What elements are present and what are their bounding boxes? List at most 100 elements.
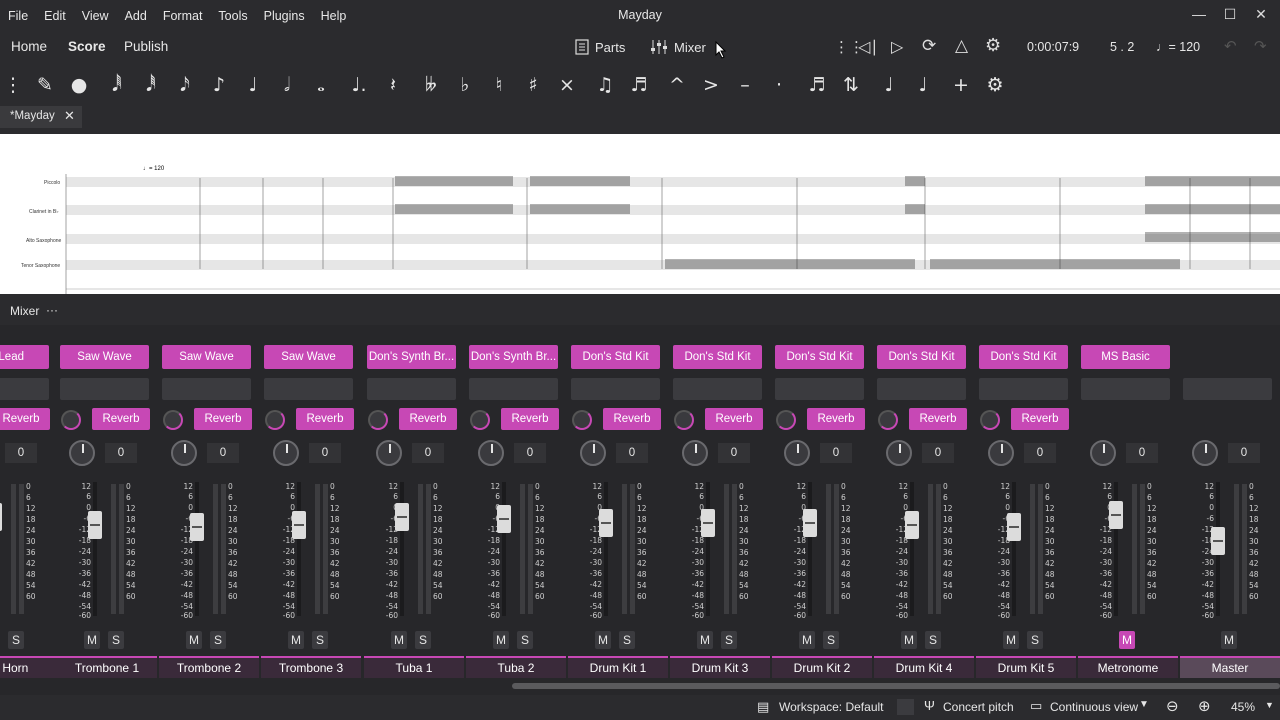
channel-effect-slot[interactable]	[1081, 378, 1170, 400]
volume-fader-track[interactable]	[502, 482, 506, 616]
minimize-icon[interactable]: —	[1188, 6, 1210, 26]
channel-name[interactable]: Metronome	[1078, 656, 1178, 678]
volume-fader-track[interactable]	[297, 482, 301, 616]
close-tab-icon[interactable]: ✕	[64, 108, 75, 124]
pan-value[interactable]: 0	[5, 443, 37, 463]
reverb-send-knob[interactable]	[980, 410, 1000, 430]
channel-name[interactable]: Drum Kit 1	[568, 656, 668, 678]
accent-icon[interactable]: >	[698, 72, 724, 98]
view-mode-select[interactable]: Continuous view	[1050, 700, 1138, 714]
volume-fader-handle[interactable]	[395, 503, 409, 531]
pan-value[interactable]: 0	[514, 443, 546, 463]
reverb-button[interactable]: Reverb	[92, 408, 150, 430]
channel-effect-slot[interactable]	[775, 378, 864, 400]
concert-pitch-checkbox[interactable]	[897, 699, 914, 715]
input-mode-icon[interactable]: ●	[66, 72, 92, 98]
channel-effect-slot[interactable]	[367, 378, 456, 400]
channel-name[interactable]: ne Horn	[0, 656, 57, 678]
channel-patch-button[interactable]: Don's Std Kit	[979, 345, 1068, 369]
volume-fader-track[interactable]	[604, 482, 608, 616]
solo-button[interactable]: S	[312, 631, 328, 649]
playback-settings-icon[interactable]: ⚙	[985, 35, 1001, 56]
pan-knob[interactable]	[988, 440, 1014, 466]
double-sharp-icon[interactable]: ×	[554, 72, 580, 98]
rewind-icon[interactable]: ◁∣	[858, 37, 878, 57]
solo-button[interactable]: S	[108, 631, 124, 649]
volume-fader-handle[interactable]	[1109, 501, 1123, 529]
score-view[interactable]: ♩= 120 Piccolo Clarinet in B♭ Alto Saxop…	[0, 134, 1280, 294]
pan-value[interactable]: 0	[616, 443, 648, 463]
zoom-in-icon[interactable]: ⊕	[1198, 697, 1211, 715]
workspace-label[interactable]: Workspace: Default	[779, 700, 884, 714]
mute-button[interactable]: M	[186, 631, 202, 649]
pan-value[interactable]: 0	[309, 443, 341, 463]
pan-knob[interactable]	[682, 440, 708, 466]
parts-button[interactable]: Parts	[575, 39, 625, 55]
tab-home[interactable]: Home	[11, 39, 47, 54]
channel-patch-button[interactable]: Don's Std Kit	[877, 345, 966, 369]
channel-effect-slot[interactable]	[1183, 378, 1272, 400]
pan-knob[interactable]	[886, 440, 912, 466]
pan-knob[interactable]	[1090, 440, 1116, 466]
mixer-button[interactable]: Mixer	[650, 39, 706, 55]
add-icon[interactable]: +	[948, 72, 974, 98]
channel-effect-slot[interactable]	[469, 378, 558, 400]
channel-name[interactable]: Trombone 1	[57, 656, 157, 678]
channel-effect-slot[interactable]	[571, 378, 660, 400]
volume-fader-handle[interactable]	[701, 509, 715, 537]
solo-button[interactable]: S	[619, 631, 635, 649]
channel-name[interactable]: Drum Kit 2	[772, 656, 872, 678]
tenuto-icon[interactable]: –	[732, 72, 758, 98]
channel-patch-button[interactable]: Don's Synth Br...	[367, 345, 456, 369]
volume-fader-track[interactable]	[1012, 482, 1016, 616]
redo-icon[interactable]: ↷	[1254, 37, 1267, 55]
close-icon[interactable]: ✕	[1250, 6, 1272, 26]
pan-value[interactable]: 0	[1126, 443, 1158, 463]
rest-icon[interactable]: 𝄽	[380, 72, 406, 98]
solo-button[interactable]: S	[415, 631, 431, 649]
pan-knob[interactable]	[1192, 440, 1218, 466]
channel-patch-button[interactable]: re Lead	[0, 345, 49, 369]
reverb-send-knob[interactable]	[61, 410, 81, 430]
volume-fader-handle[interactable]	[190, 513, 204, 541]
pan-value[interactable]: 0	[1228, 443, 1260, 463]
menu-file[interactable]: File	[0, 9, 36, 23]
pan-knob[interactable]	[171, 440, 197, 466]
reverb-send-knob[interactable]	[265, 410, 285, 430]
solo-button[interactable]: S	[210, 631, 226, 649]
reverb-send-knob[interactable]	[674, 410, 694, 430]
pan-value[interactable]: 0	[922, 443, 954, 463]
reverb-button[interactable]: Reverb	[0, 408, 50, 430]
pan-value[interactable]: 0	[207, 443, 239, 463]
reverb-button[interactable]: Reverb	[399, 408, 457, 430]
menu-plugins[interactable]: Plugins	[256, 9, 313, 23]
staccato-icon[interactable]: ·	[766, 72, 792, 98]
channel-name[interactable]: Drum Kit 3	[670, 656, 770, 678]
volume-fader-handle[interactable]	[599, 509, 613, 537]
pan-value[interactable]: 0	[820, 443, 852, 463]
channel-effect-slot[interactable]	[673, 378, 762, 400]
concert-pitch-label[interactable]: Concert pitch	[943, 700, 1014, 714]
channel-patch-button[interactable]: Saw Wave	[60, 345, 149, 369]
maximize-icon[interactable]: ☐	[1219, 6, 1241, 26]
menu-tools[interactable]: Tools	[210, 9, 255, 23]
volume-fader-handle[interactable]	[497, 505, 511, 533]
volume-fader-handle[interactable]	[0, 503, 2, 531]
tuplet-icon[interactable]: ♬	[804, 72, 830, 98]
zoom-level[interactable]: 45%	[1231, 700, 1255, 714]
volume-fader-track[interactable]	[93, 482, 97, 616]
sharp-icon[interactable]: ♯	[520, 72, 546, 98]
volume-fader-handle[interactable]	[1007, 513, 1021, 541]
mute-button[interactable]: M	[901, 631, 917, 649]
mute-button[interactable]: M	[1119, 631, 1135, 649]
volume-fader-track[interactable]	[808, 482, 812, 616]
mute-button[interactable]: M	[1221, 631, 1237, 649]
menu-view[interactable]: View	[74, 9, 117, 23]
marcato-icon[interactable]: ^	[664, 72, 690, 98]
solo-button[interactable]: S	[925, 631, 941, 649]
mute-button[interactable]: M	[595, 631, 611, 649]
pen-icon[interactable]: ✎	[32, 72, 58, 98]
reverb-button[interactable]: Reverb	[194, 408, 252, 430]
solo-button[interactable]: S	[823, 631, 839, 649]
reverb-button[interactable]: Reverb	[1011, 408, 1069, 430]
